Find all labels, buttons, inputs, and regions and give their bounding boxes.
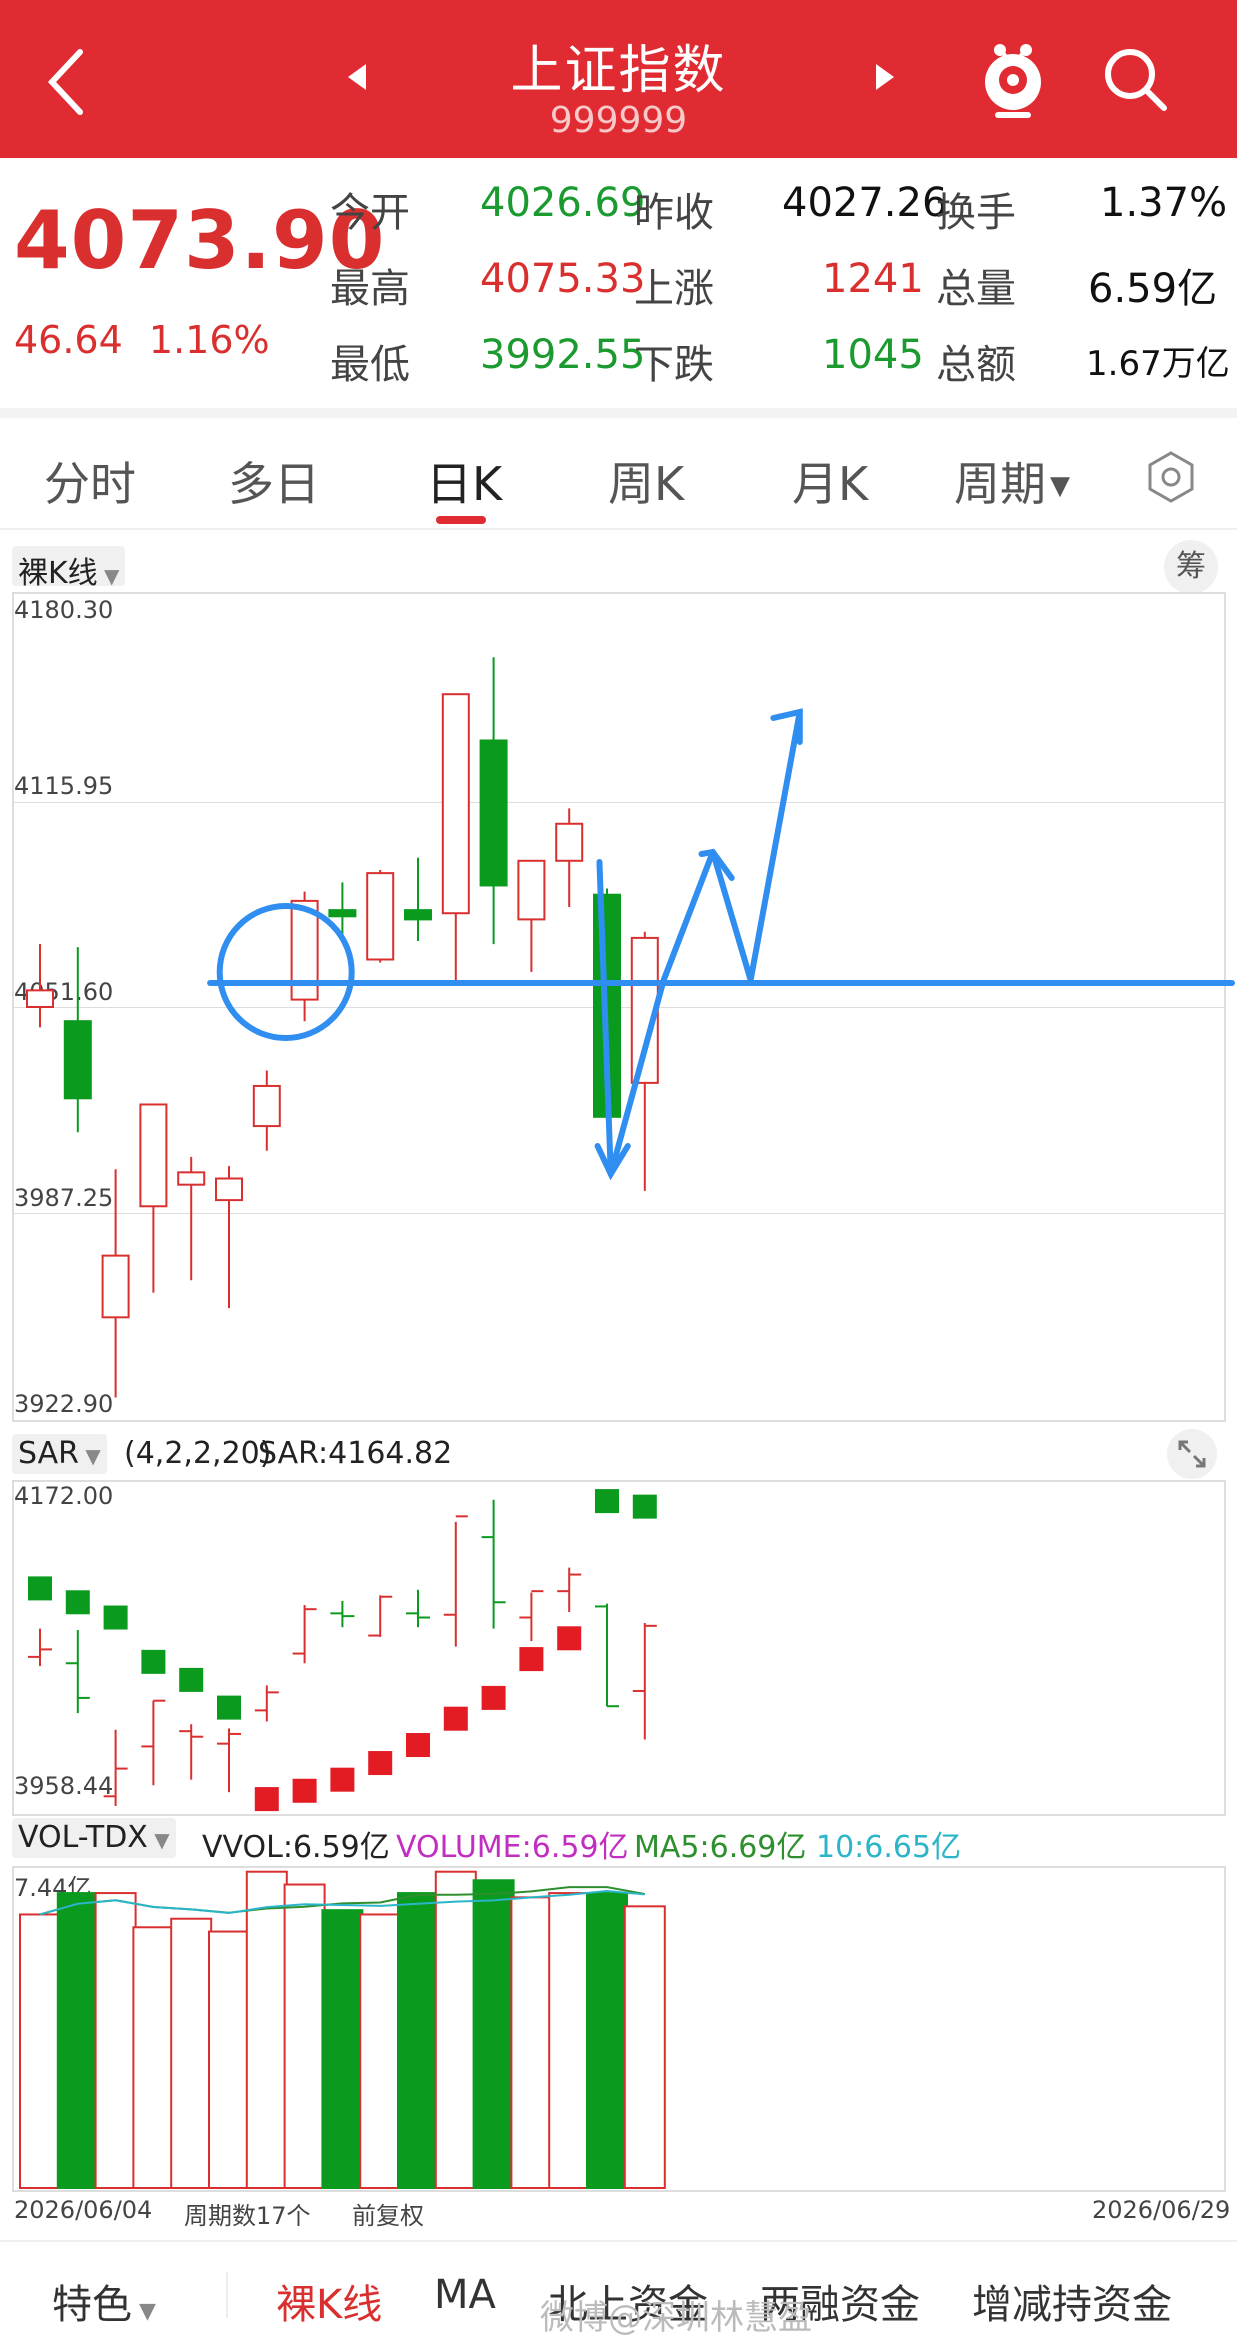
volume-bar — [586, 1892, 628, 2190]
candle-body — [252, 1084, 281, 1128]
sar-dot — [368, 1751, 393, 1776]
candle-body — [101, 1254, 130, 1319]
volume-bar — [359, 1913, 402, 2190]
candle-body — [366, 872, 395, 961]
indicator-naked-k[interactable]: 裸K线 — [276, 2272, 382, 2330]
sar-dot — [443, 1706, 468, 1731]
candle-body — [215, 1177, 243, 1202]
candle-body — [517, 859, 546, 921]
volume-bar — [510, 1896, 553, 2190]
volume-bar — [623, 1905, 666, 2190]
sar-dot — [28, 1576, 52, 1601]
volume-bar — [321, 1909, 364, 2189]
sar-dot — [179, 1667, 204, 1692]
sar-dot — [481, 1685, 506, 1710]
chart-layer — [19, 657, 1235, 2190]
volume-bar — [208, 1930, 250, 2189]
candle-body — [441, 693, 470, 915]
candle-body — [177, 1171, 206, 1186]
volume-bar — [132, 1926, 175, 2189]
volume-bar — [397, 1892, 439, 2190]
volume-bar — [56, 1892, 99, 2190]
divider — [226, 2272, 228, 2318]
volume-bar — [472, 1879, 515, 2189]
sar-dot — [65, 1590, 90, 1615]
feature-menu[interactable]: 特色 ▼ — [52, 2272, 156, 2330]
sar-dot — [519, 1647, 544, 1672]
volume-bar — [548, 1892, 591, 2190]
watermark: 微博@深圳林慧盈 — [540, 2298, 812, 2338]
sar-dot — [217, 1695, 241, 1720]
volume-bar — [434, 1870, 477, 2190]
candle-body — [63, 1020, 92, 1100]
annotation-circle — [216, 903, 355, 1041]
volume-bar — [19, 1913, 61, 2190]
sar-dot — [595, 1489, 619, 1514]
sar-dot — [254, 1787, 279, 1812]
candle-body — [139, 1103, 168, 1208]
sar-dot — [557, 1626, 582, 1651]
sar-dot — [292, 1778, 317, 1803]
sar-dot — [632, 1494, 657, 1519]
candle-body — [26, 989, 54, 1008]
volume-bar — [283, 1883, 326, 2189]
volume-bar — [170, 1917, 213, 2190]
caret-down-icon: ▼ — [132, 2299, 156, 2324]
sar-dot — [103, 1605, 128, 1630]
volume-bar — [94, 1892, 137, 2190]
candle-body — [479, 739, 508, 887]
candle-body — [404, 909, 432, 921]
sar-dot — [141, 1649, 166, 1674]
feature-menu-label: 特色 — [52, 2282, 132, 2328]
volume-bar — [245, 1870, 288, 2190]
indicator-ma[interactable]: MA — [434, 2272, 496, 2318]
candle-body — [328, 909, 357, 918]
candle-body — [555, 822, 584, 862]
sar-dot — [406, 1733, 430, 1758]
annotation-path — [596, 709, 803, 1177]
sar-dot — [330, 1767, 355, 1792]
indicator-holdings-change[interactable]: 增减持资金 — [972, 2272, 1172, 2330]
